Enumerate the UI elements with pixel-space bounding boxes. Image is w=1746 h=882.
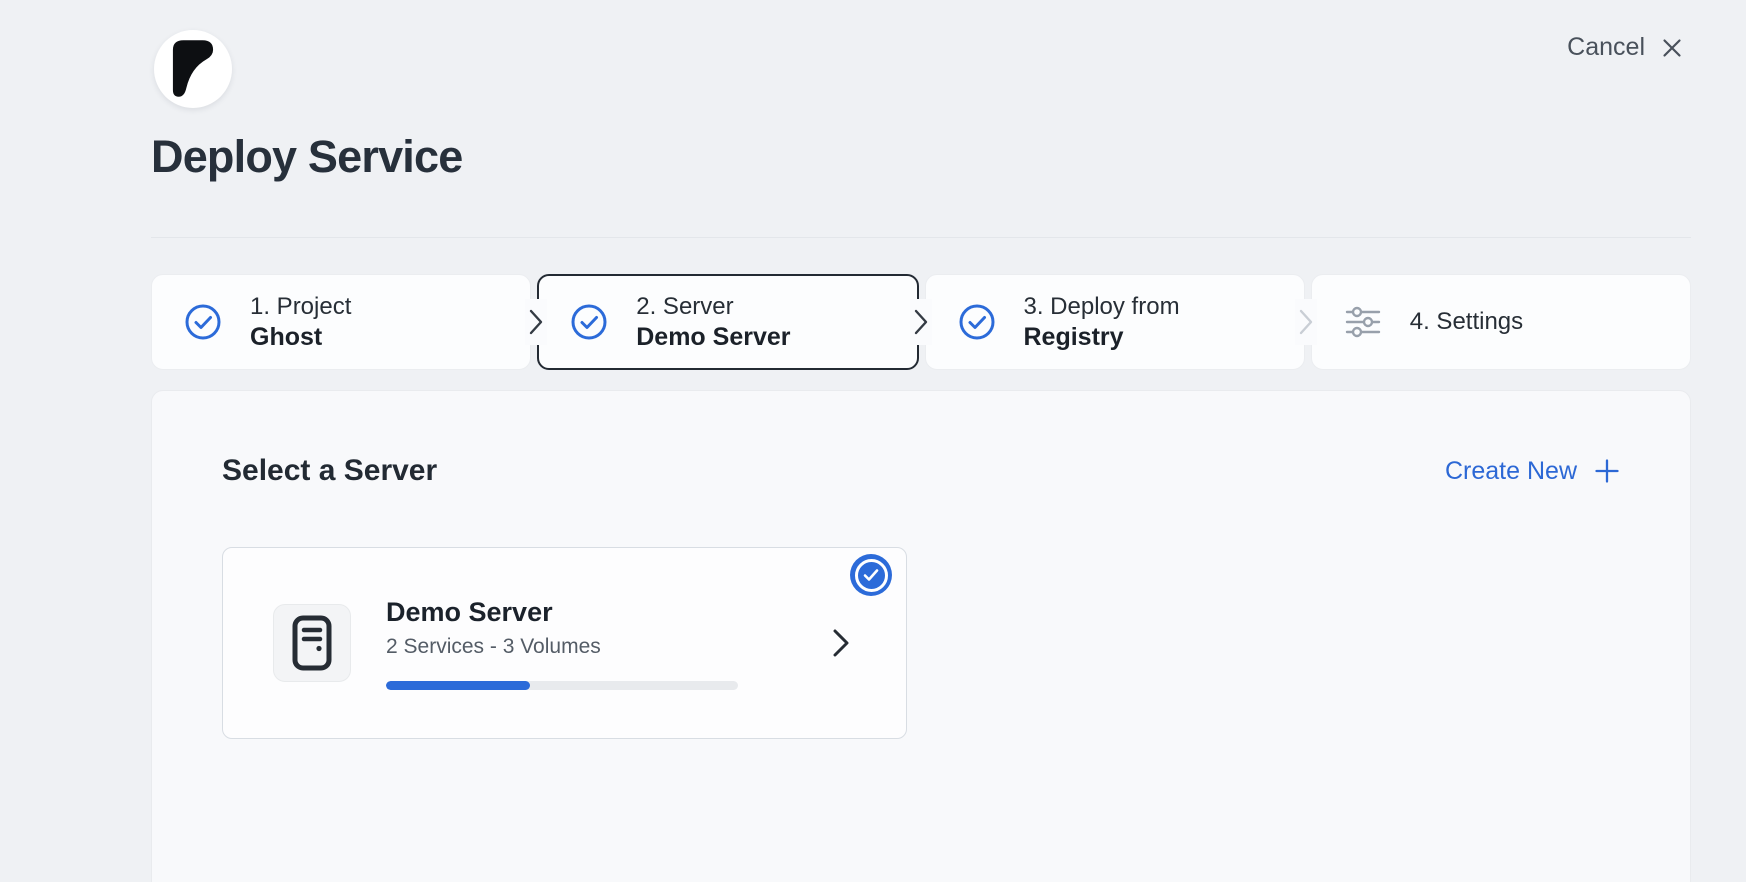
cancel-label: Cancel	[1567, 33, 1645, 62]
server-meta: 2 Services - 3 Volumes	[386, 635, 738, 659]
step-value: Registry	[1024, 322, 1180, 352]
server-tile	[273, 604, 351, 682]
check-circle-icon	[958, 303, 996, 341]
step-separator-chevron-icon	[525, 299, 547, 345]
panel-header: Select a Server Create New	[222, 453, 1620, 489]
step-label: 1. Project	[250, 292, 351, 322]
step-card-project[interactable]: 1. Project Ghost	[151, 274, 531, 370]
step-text: 2. Server Demo Server	[636, 292, 790, 352]
server-name: Demo Server	[386, 597, 738, 627]
app-logo	[154, 30, 232, 108]
step-separator-chevron-icon	[1295, 299, 1317, 345]
step-text: 4. Settings	[1410, 307, 1523, 337]
sliders-icon	[1344, 306, 1382, 338]
header: Deploy Service	[0, 0, 1746, 182]
step-text: 3. Deploy from Registry	[1024, 292, 1180, 352]
create-new-label: Create New	[1445, 457, 1577, 486]
header-divider	[151, 237, 1691, 238]
step-card-deploy-from[interactable]: 3. Deploy from Registry	[925, 274, 1305, 370]
selected-check-badge-icon	[850, 554, 892, 596]
step-label: 4. Settings	[1410, 307, 1523, 337]
check-circle-icon	[570, 303, 608, 341]
server-card-demo-server[interactable]: Demo Server 2 Services - 3 Volumes	[222, 547, 907, 739]
logo-glyph-icon	[171, 39, 215, 99]
server-usage-progress	[386, 681, 738, 690]
step-label: 2. Server	[636, 292, 790, 322]
chevron-right-icon	[830, 628, 852, 658]
step-value: Ghost	[250, 322, 351, 352]
step-card-server[interactable]: 2. Server Demo Server	[537, 274, 918, 370]
select-server-panel: Select a Server Create New	[151, 390, 1691, 882]
wizard-steps: 1. Project Ghost 2. Server Demo Server	[151, 274, 1691, 370]
server-info: Demo Server 2 Services - 3 Volumes	[386, 597, 738, 690]
create-new-button[interactable]: Create New	[1445, 457, 1620, 486]
deploy-service-modal: Cancel Deploy Service 1. Project Ghost	[0, 0, 1746, 882]
page-title: Deploy Service	[151, 132, 1691, 182]
close-icon	[1660, 36, 1684, 60]
step-text: 1. Project Ghost	[250, 292, 351, 352]
check-circle-icon	[184, 303, 222, 341]
panel-heading: Select a Server	[222, 453, 437, 489]
step-label: 3. Deploy from	[1024, 292, 1180, 322]
server-usage-progress-fill	[386, 681, 530, 690]
server-icon	[291, 615, 333, 671]
step-separator-chevron-icon	[910, 299, 932, 345]
cancel-button[interactable]: Cancel	[1567, 33, 1684, 62]
step-value: Demo Server	[636, 322, 790, 352]
plus-icon	[1594, 458, 1620, 484]
step-card-settings[interactable]: 4. Settings	[1311, 274, 1691, 370]
